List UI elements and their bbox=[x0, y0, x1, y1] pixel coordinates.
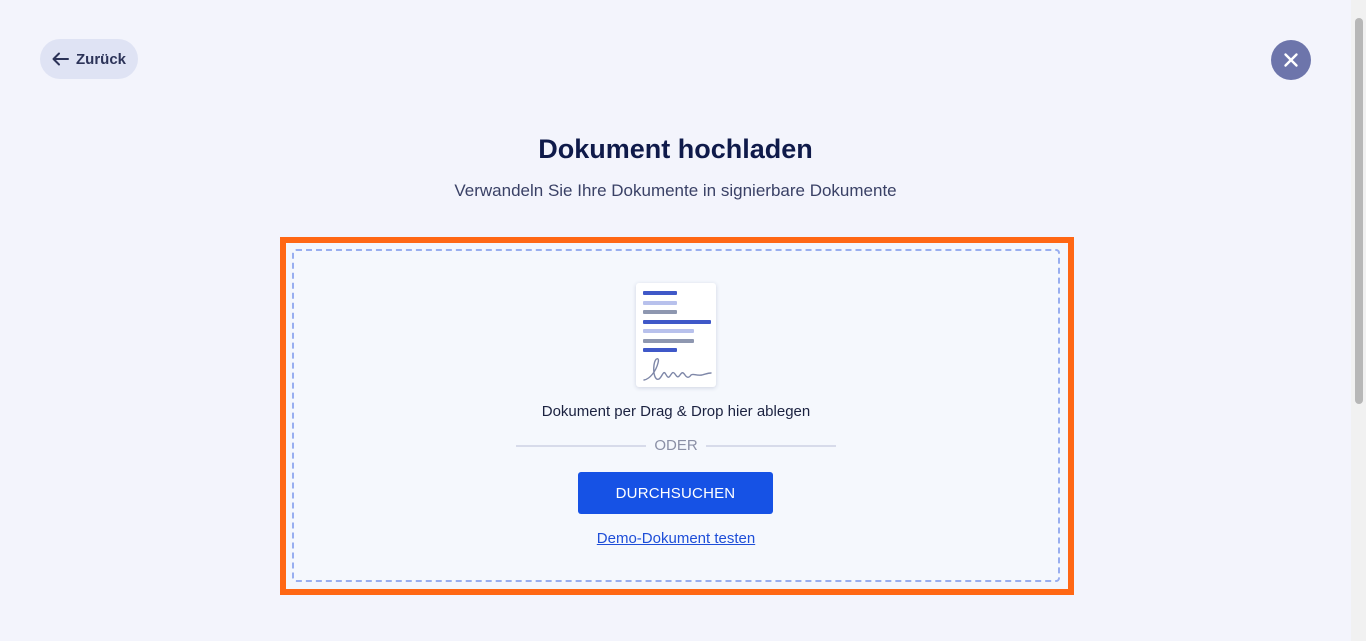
browse-button[interactable]: DURCHSUCHEN bbox=[578, 472, 773, 514]
back-button[interactable]: Zurück bbox=[40, 39, 139, 79]
demo-document-link[interactable]: Demo-Dokument testen bbox=[292, 530, 1060, 547]
divider-line-right bbox=[706, 445, 836, 447]
document-signature-icon bbox=[636, 283, 716, 387]
divider-line-left bbox=[516, 445, 646, 447]
page-title: Dokument hochladen bbox=[538, 134, 813, 164]
scrollbar-thumb[interactable] bbox=[1355, 18, 1363, 404]
upload-page: Zurück Dokument hochladen Verwandeln Sie… bbox=[0, 0, 1366, 641]
back-button-label: Zurück bbox=[76, 50, 127, 68]
arrow-left-icon bbox=[52, 52, 69, 66]
page-subtitle: Verwandeln Sie Ihre Dokumente in signier… bbox=[454, 181, 897, 200]
vertical-scrollbar[interactable] bbox=[1351, 0, 1366, 641]
drop-instruction: Dokument per Drag & Drop hier ablegen bbox=[541, 403, 811, 420]
divider-or-text: ODER bbox=[654, 437, 698, 454]
close-button[interactable] bbox=[1271, 40, 1311, 80]
close-icon bbox=[1283, 52, 1299, 68]
